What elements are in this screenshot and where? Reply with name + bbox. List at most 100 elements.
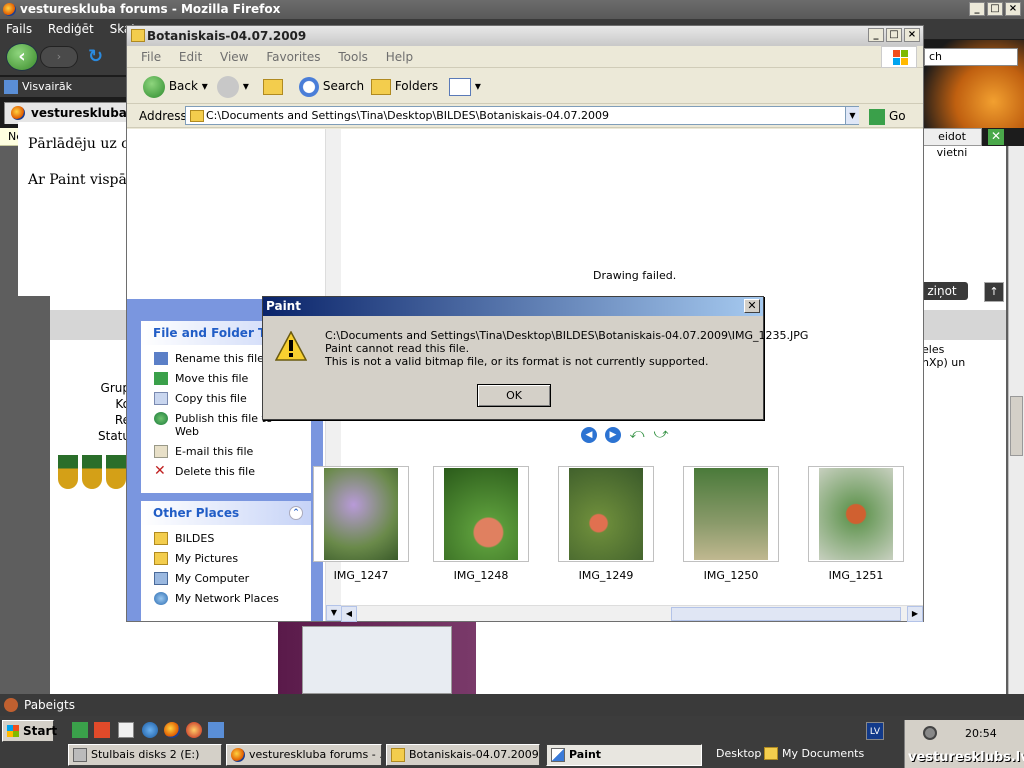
go-button[interactable]: Go [869,108,906,125]
taskbar-button-paint[interactable]: Paint [546,744,702,766]
desktop-toolbar-label[interactable]: Desktop [716,746,761,762]
thumbnail-img-1249[interactable] [558,466,654,562]
forward-arrow-icon[interactable]: › [40,46,78,68]
tab-forum[interactable]: vestureskluba fo [4,102,130,124]
email-file-link[interactable]: E-mail this file [141,445,311,458]
my-documents-toolbar[interactable]: My Documents [764,746,864,762]
forum-right-text: eles nXp) un [922,343,965,369]
folders-icon [371,78,391,95]
other-places-panel: Other Places ⌃ BILDES My Pictures My Comp… [141,501,311,621]
rotate-right-icon[interactable]: ⤻ [653,427,669,443]
thumbnail-image [694,468,768,560]
rename-icon [154,352,168,365]
address-field[interactable]: C:\Documents and Settings\Tina\Desktop\B… [185,106,859,125]
thumbnail-hscrollbar[interactable]: ◀ ▶ [341,605,923,622]
ebay-icon[interactable] [94,722,110,738]
menu-view[interactable]: View [220,50,248,64]
explorer-menubar: File Edit View Favorites Tools Help [127,46,923,68]
close-button[interactable]: × [1005,2,1021,16]
previous-icon[interactable]: ◀ [581,427,597,443]
search-button[interactable]: Search [299,75,364,97]
collapse-icon[interactable]: ⌃ [289,506,303,520]
close-icon[interactable]: ✕ [988,129,1004,145]
chevron-down-icon[interactable]: ▼ [845,107,859,124]
thumbnail-img-1247[interactable] [313,466,409,562]
bookmark-most-visited[interactable]: Visvairāk apmeklētās [0,77,130,113]
desktop-icon[interactable] [208,722,224,738]
place-bildes[interactable]: BILDES [141,532,311,545]
maximize-button[interactable]: □ [886,28,902,42]
thumbnail-img-1251[interactable] [808,466,904,562]
warning-icon [275,331,307,361]
forum-text-line: nXp) un [922,356,966,369]
back-button[interactable]: Back ▾ [143,75,208,98]
quicklaunch-icon[interactable] [72,722,88,738]
back-arrow-icon[interactable]: ‹ [6,43,38,71]
scrollbar-thumb[interactable] [671,607,901,621]
notepad-icon[interactable] [118,722,134,738]
other-places-title[interactable]: Other Places ⌃ [141,501,311,525]
folder-icon [154,532,168,545]
menu-tools[interactable]: Tools [338,50,368,64]
clock[interactable]: 20:54 [965,727,997,740]
next-icon[interactable]: ▶ [605,427,621,443]
scroll-left-icon[interactable]: ◀ [341,606,357,622]
folder-icon [391,748,405,762]
medals [58,455,126,489]
place-my-pictures[interactable]: My Pictures [141,552,311,565]
rotate-left-icon[interactable]: ⤺ [629,427,645,443]
menu-edit[interactable]: Rediģēt [48,22,94,36]
folders-button[interactable]: Folders [371,75,438,97]
scroll-right-icon[interactable]: ▶ [907,606,923,622]
thumbnail-label: IMG_1251 [828,569,884,582]
language-indicator[interactable]: LV [866,722,884,740]
page-scrollbar[interactable] [1008,146,1024,694]
edit-site-button[interactable]: eidot vietni [922,128,982,159]
medal-icon [82,455,102,489]
taskbar-button-explorer[interactable]: Botaniskais-04.07.2009 [386,744,540,766]
close-button[interactable]: × [904,28,920,42]
thumbnail-label: IMG_1248 [453,569,509,582]
place-my-network[interactable]: My Network Places [141,592,311,605]
menu-favorites[interactable]: Favorites [266,50,320,64]
taskbar-button-drive[interactable]: Stulbais disks 2 (E:) [68,744,222,766]
go-label: Go [889,109,906,123]
maximize-button[interactable]: □ [987,2,1003,16]
medal-icon [58,455,78,489]
views-button[interactable]: ▾ [449,75,481,97]
place-my-computer[interactable]: My Computer [141,572,311,585]
scroll-up-icon[interactable]: ↑ [984,282,1004,302]
error-line: Paint cannot read this file. [325,342,470,355]
profile-label: Re [114,413,130,427]
thumbnail-img-1250[interactable] [683,466,779,562]
dialog-title: Paint [266,299,301,313]
thumbnail-image [444,468,518,560]
start-button[interactable]: Start [2,720,57,742]
menu-help[interactable]: Help [386,50,413,64]
delete-file-link[interactable]: ✕ Delete this file [141,464,311,478]
scroll-down-icon[interactable]: ▼ [326,605,342,621]
pictures-folder-icon [154,552,168,565]
menu-file[interactable]: Fails [6,22,32,36]
reload-icon[interactable]: ↻ [88,46,103,67]
menu-file[interactable]: File [141,50,161,64]
media-icon[interactable] [186,722,202,738]
minimize-button[interactable]: _ [969,2,985,16]
tray-icon[interactable] [923,726,937,740]
up-folder-button[interactable] [263,75,283,97]
close-button[interactable]: ✕ [744,299,760,313]
ie-icon[interactable] [142,722,158,738]
scrollbar-thumb[interactable] [1010,396,1023,456]
thumbnail-img-1248[interactable] [433,466,529,562]
menu-edit[interactable]: Edit [179,50,202,64]
search-label: Search [322,79,365,93]
forward-button[interactable]: ▾ [217,75,249,98]
search-input[interactable]: ch [924,48,1018,66]
taskbar-button-firefox[interactable]: vestureskluba forums - ... [226,744,382,766]
firefox-icon[interactable] [164,722,180,738]
explorer-toolbar: Back ▾ ▾ Search Folders ▾ [127,68,923,104]
thumbnail-label: IMG_1247 [333,569,389,582]
paint-icon [551,748,565,762]
minimize-button[interactable]: _ [868,28,884,42]
ok-button[interactable]: OK [477,384,551,407]
